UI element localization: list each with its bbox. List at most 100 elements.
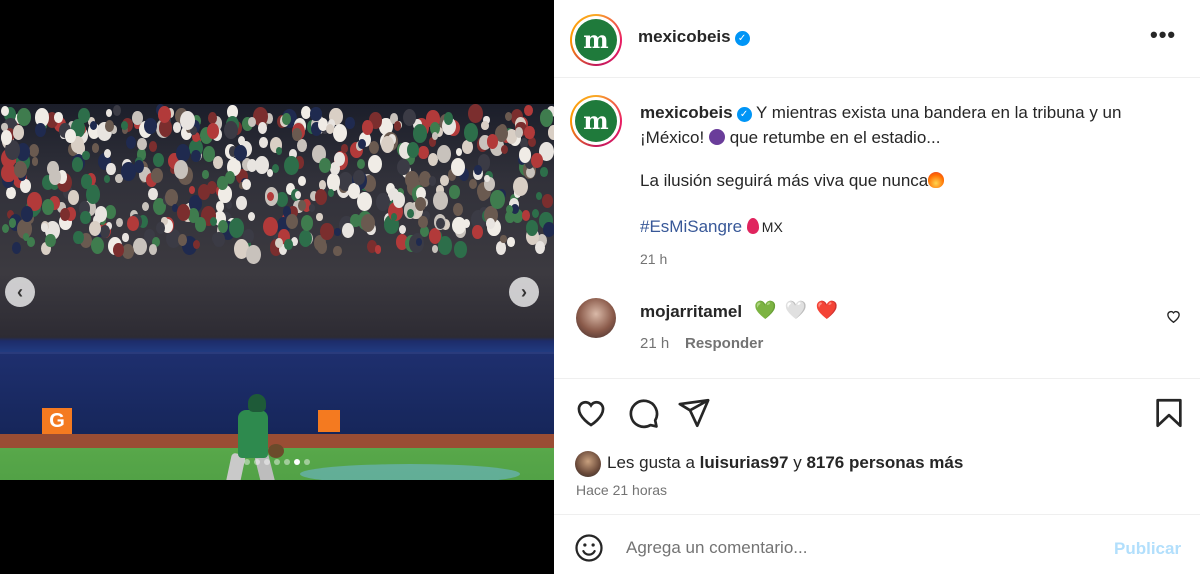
crowd-spectator	[242, 179, 252, 191]
crowd-spectator	[518, 147, 531, 163]
crowd-spectator	[428, 227, 441, 244]
crowd-spectator	[342, 222, 354, 239]
caption-line-2-text: La ilusión seguirá más viva que nunca	[640, 171, 929, 190]
crowd-spectator	[486, 217, 495, 229]
likes-prefix: Les gusta a	[607, 453, 695, 472]
crowd-spectator	[6, 186, 17, 200]
crowd-spectator	[152, 152, 164, 168]
crowd-spectator	[316, 240, 328, 254]
crowd-spectator	[217, 176, 228, 190]
reply-button[interactable]: Responder	[685, 335, 763, 352]
crowd-spectator	[542, 194, 554, 209]
crowd-spectator	[116, 217, 124, 227]
crowd-spectator	[374, 245, 382, 254]
crowd-spectator	[206, 123, 219, 139]
post-photo[interactable]: G	[0, 104, 554, 480]
outfield-wall	[0, 354, 554, 434]
comment-icon[interactable]	[626, 396, 660, 430]
crowd-spectator	[31, 157, 39, 166]
caption-username[interactable]: mexicobeis	[640, 103, 733, 122]
bookmark-icon[interactable]	[1152, 396, 1186, 430]
carousel-dot	[294, 459, 300, 465]
crowd-spectator	[89, 120, 97, 130]
crowd-spectator	[418, 216, 428, 229]
crowd-spectator	[274, 238, 283, 249]
crowd-spectator	[297, 200, 307, 211]
crowd-spectator	[333, 245, 342, 257]
crowd-spectator	[103, 174, 110, 183]
crowd-spectator	[104, 148, 112, 158]
crowd-spectator	[104, 120, 114, 133]
crowd-spectator	[463, 122, 479, 142]
crowd-spectator	[308, 204, 316, 213]
username-link[interactable]: mexicobeis ✓	[638, 27, 750, 47]
crowd-spectator	[192, 239, 201, 250]
carousel-dot	[274, 459, 280, 465]
crowd-spectator	[452, 202, 463, 216]
chevron-left-icon[interactable]: ‹	[5, 277, 35, 307]
crowd-spectator	[105, 162, 116, 176]
crowd-spectator	[195, 217, 207, 232]
crowd-spectator	[298, 175, 307, 187]
mexicobeis-logo: m	[575, 19, 617, 61]
crowd-spectator	[489, 190, 505, 210]
crowd-spectator	[543, 221, 554, 237]
caption-timestamp[interactable]: 21 h	[640, 251, 667, 267]
avatar-border: m	[572, 97, 620, 145]
crowd-spectator	[28, 143, 39, 158]
crowd-spectator	[333, 123, 347, 142]
mexico-flag-emoji: MX	[761, 219, 783, 235]
emoji-icon[interactable]	[574, 533, 604, 563]
liker-username[interactable]: luisurias97	[700, 453, 789, 472]
more-options-icon[interactable]: •••	[1150, 22, 1176, 48]
crowd-spectator	[248, 211, 256, 221]
crowd-spectator	[35, 123, 46, 138]
crowd-spectator	[406, 141, 420, 158]
crowd-spectator	[432, 132, 439, 141]
heart-icon[interactable]	[574, 396, 608, 430]
crowd-spectator	[406, 209, 414, 219]
crowd-spectator	[126, 136, 137, 150]
comment-avatar[interactable]	[576, 298, 616, 338]
crowd-spectator	[440, 174, 450, 187]
crowd-spectator	[137, 138, 147, 151]
publish-button[interactable]: Publicar	[1114, 539, 1181, 559]
crowd-spectator	[148, 140, 157, 152]
crowd-spectator	[120, 120, 128, 130]
hashtag-link[interactable]: #EsMiSangre	[640, 217, 742, 236]
share-icon[interactable]	[677, 396, 711, 430]
caption-avatar[interactable]: m	[570, 95, 622, 147]
crowd-spectator	[507, 237, 515, 248]
post-date[interactable]: Hace 21 horas	[576, 482, 667, 498]
carousel-dot	[244, 459, 250, 465]
avatar[interactable]: m	[570, 14, 622, 66]
crowd-spectator	[80, 210, 91, 225]
comment-username[interactable]: mojarritamel	[640, 302, 742, 322]
crowd-spectator	[13, 160, 27, 178]
white-heart-emoji: 🤍	[784, 300, 808, 320]
crowd-spectator	[54, 112, 63, 124]
crowd-spectator	[106, 109, 113, 118]
crowd-spectator	[296, 139, 307, 153]
crowd-spectator	[536, 192, 543, 201]
crowd-spectator	[282, 113, 291, 125]
crowd-spectator	[526, 220, 539, 236]
liker-avatar[interactable]	[575, 451, 601, 477]
chevron-right-icon[interactable]: ›	[509, 277, 539, 307]
crowd-spectator	[291, 128, 302, 142]
comment-timestamp[interactable]: 21 h	[640, 335, 669, 352]
carousel-dot	[304, 459, 310, 465]
comment-input[interactable]	[626, 536, 1096, 560]
crowd-spectator	[500, 144, 508, 155]
likes-count-link[interactable]: 8176 personas más	[806, 453, 963, 472]
crowd-spectator	[247, 158, 257, 172]
shouting-head-emoji-icon	[708, 129, 725, 145]
caption: mexicobeis ✓ Y mientras exista una bander…	[640, 100, 1180, 150]
comment-like-heart-icon[interactable]	[1166, 308, 1181, 328]
crowd-spectator	[361, 119, 374, 135]
crowd-spectator	[284, 238, 294, 251]
crowd-spectator	[455, 147, 462, 156]
crowd-spectator	[122, 243, 135, 260]
crowd-spectator	[1, 105, 9, 116]
crowd-spectator	[468, 178, 477, 189]
